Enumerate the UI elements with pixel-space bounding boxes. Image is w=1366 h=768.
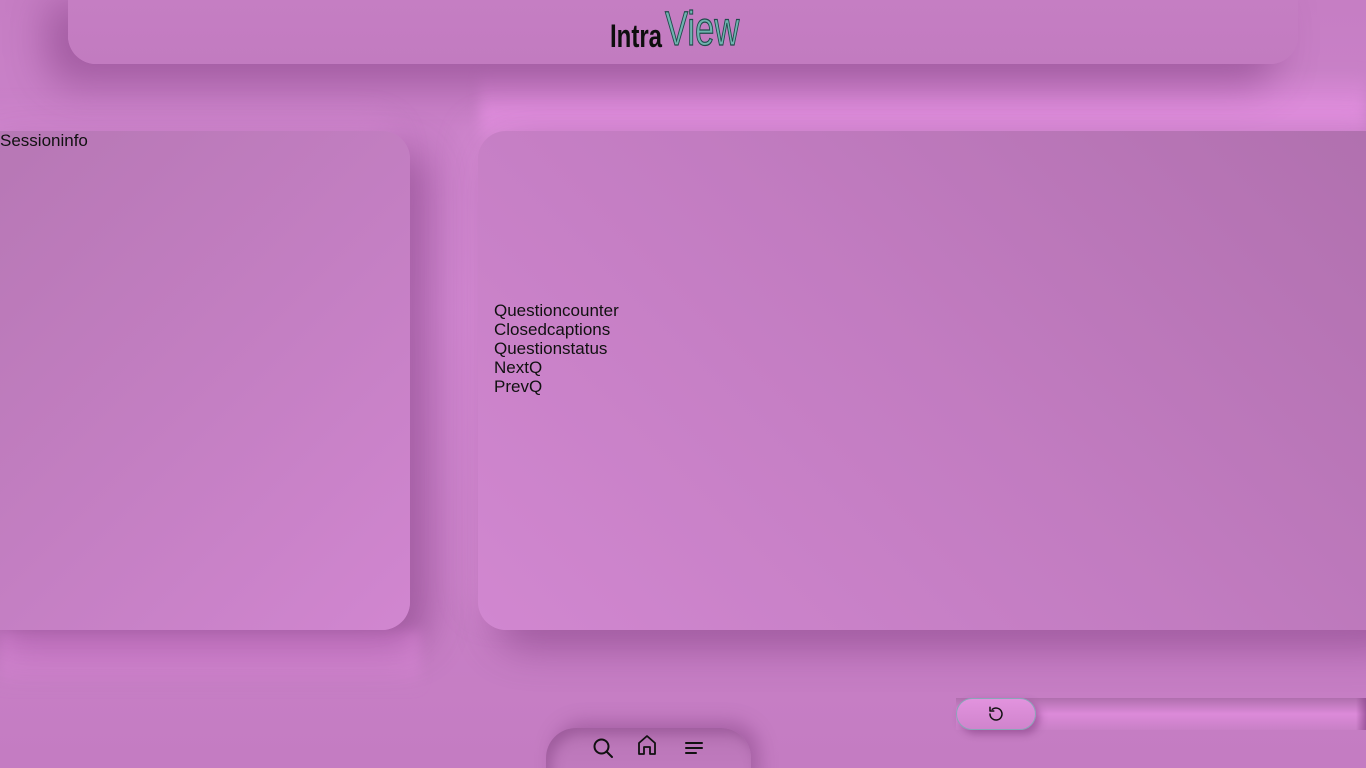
question-panel-content: Questioncounter Closedcaptions Questions… (494, 301, 619, 396)
ambient-glow-top (480, 70, 1366, 140)
next-question-link[interactable]: NextQ (494, 358, 619, 377)
bottom-nav-bar (546, 728, 751, 768)
home-icon[interactable] (635, 733, 659, 757)
logo-text-view: View (665, 3, 740, 56)
reset-button[interactable] (956, 698, 1036, 730)
question-counter: Questioncounter (494, 301, 619, 320)
rotate-ccw-icon (989, 706, 1003, 721)
prev-question-link[interactable]: PrevQ (494, 377, 619, 396)
session-info-panel (0, 131, 410, 630)
closed-captions: Closedcaptions (494, 320, 611, 339)
app-logo: Intra View (610, 4, 769, 54)
search-icon[interactable] (591, 736, 615, 760)
reset-track-end (1356, 698, 1366, 730)
session-info-label: Sessioninfo (0, 131, 88, 150)
question-status: Questionstatus (494, 339, 608, 358)
ambient-glow-bottom (0, 630, 420, 690)
logo-text-intra: Intra (610, 18, 663, 54)
menu-icon[interactable] (682, 736, 706, 760)
